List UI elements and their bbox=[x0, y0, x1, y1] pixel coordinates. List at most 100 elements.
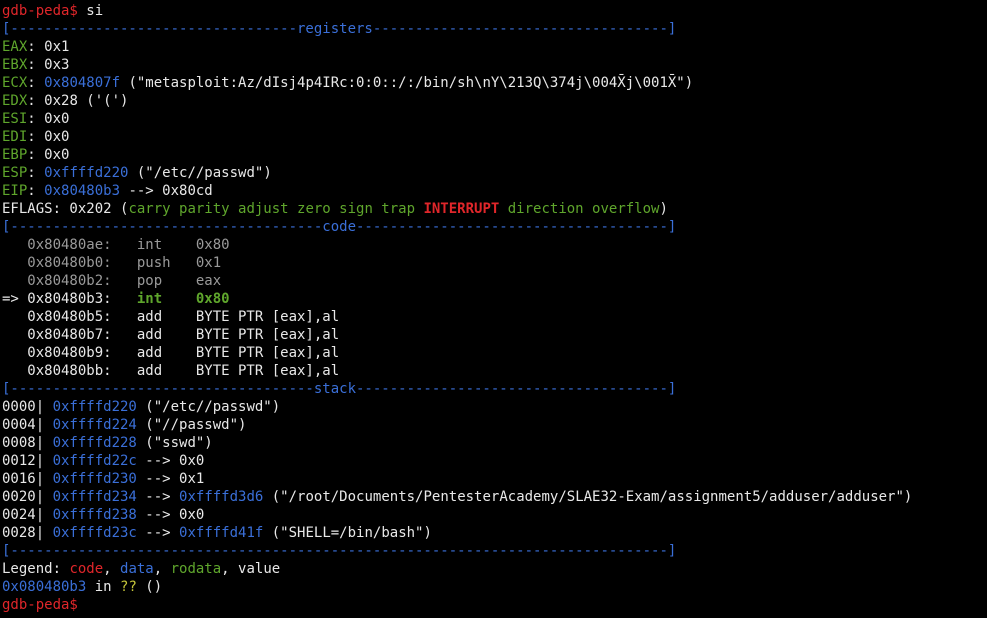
terminal-text-segment: 0x80480b2: pop eax bbox=[2, 273, 222, 289]
terminal-text-segment: ("//passwd") bbox=[136, 417, 247, 433]
terminal-line: gdb-peda$ si bbox=[2, 2, 987, 20]
terminal-text-segment: int 0x80 bbox=[136, 291, 230, 307]
terminal-text-segment: --> 0x80cd bbox=[120, 183, 213, 199]
terminal-line: EAX: 0x1 bbox=[2, 38, 987, 56]
terminal-text-segment: => 0x80480b3: bbox=[2, 291, 137, 307]
terminal-text-segment: 0xffffd234 bbox=[52, 489, 137, 505]
terminal-text-segment: 0x80480b3 bbox=[44, 183, 121, 199]
terminal-text-segment: 0xffffd224 bbox=[52, 417, 137, 433]
terminal-text-segment: : 0x0 bbox=[27, 111, 70, 127]
terminal-text-segment: --> bbox=[136, 525, 180, 541]
terminal-text-segment: direction overflow bbox=[499, 201, 660, 217]
terminal-line: 0x80480b7: add BYTE PTR [eax],al bbox=[2, 326, 987, 344]
terminal-line: gdb-peda$ bbox=[2, 596, 987, 614]
terminal-text-segment: --> bbox=[136, 489, 180, 505]
terminal-text-segment: carry parity adjust zero sign trap bbox=[128, 201, 424, 217]
terminal-text-segment: INTERRUPT bbox=[423, 201, 500, 217]
terminal-text-segment: 0012| bbox=[2, 453, 53, 469]
terminal-text-segment: : 0x3 bbox=[27, 57, 70, 73]
terminal-line: => 0x80480b3: int 0x80 bbox=[2, 290, 987, 308]
terminal-text-segment: EIP bbox=[2, 183, 28, 199]
terminal-window[interactable]: gdb-peda$ si [---------------------------… bbox=[0, 0, 987, 614]
terminal-line: 0x080480b3 in ?? () bbox=[2, 578, 987, 596]
terminal-line: 0x80480b2: pop eax bbox=[2, 272, 987, 290]
terminal-line: ESI: 0x0 bbox=[2, 110, 987, 128]
terminal-line: 0020| 0xffffd234 --> 0xffffd3d6 ("/root/… bbox=[2, 488, 987, 506]
terminal-text-segment: , bbox=[153, 561, 171, 577]
terminal-line: 0000| 0xffffd220 ("/etc//passwd") bbox=[2, 398, 987, 416]
terminal-line: [----------------------------------regis… bbox=[2, 20, 987, 38]
terminal-line: 0016| 0xffffd230 --> 0x1 bbox=[2, 470, 987, 488]
terminal-text-segment: ("/etc//passwd") bbox=[128, 165, 272, 181]
terminal-line: ESP: 0xffffd220 ("/etc//passwd") bbox=[2, 164, 987, 182]
terminal-text-segment: : bbox=[27, 75, 45, 91]
terminal-line: 0x80480ae: int 0x80 bbox=[2, 236, 987, 254]
terminal-text-segment: 0x80480bb: add BYTE PTR [eax],al bbox=[2, 363, 340, 379]
terminal-line: ECX: 0x804807f ("metasploit:Az/dIsj4p4IR… bbox=[2, 74, 987, 92]
terminal-text-segment: 0020| bbox=[2, 489, 53, 505]
terminal-line: 0008| 0xffffd228 ("sswd") bbox=[2, 434, 987, 452]
terminal-text-segment: 0xffffd23c bbox=[52, 525, 137, 541]
terminal-text-segment: 0xffffd3d6 bbox=[179, 489, 264, 505]
terminal-text-segment: ("sswd") bbox=[136, 435, 213, 451]
terminal-line: [------------------------------------sta… bbox=[2, 380, 987, 398]
terminal-text-segment: ("metasploit:Az/dIsj4p4IRc:0:0::/:/bin/s… bbox=[120, 75, 694, 91]
terminal-text-segment: 0xffffd230 bbox=[52, 471, 137, 487]
terminal-text-segment: 0x804807f bbox=[44, 75, 121, 91]
terminal-text-segment: in bbox=[86, 579, 121, 595]
terminal-line: 0004| 0xffffd224 ("//passwd") bbox=[2, 416, 987, 434]
terminal-text-segment: 0x080480b3 bbox=[2, 579, 87, 595]
terminal-text-segment: 0xffffd228 bbox=[52, 435, 137, 451]
terminal-text-segment: ("/etc//passwd") bbox=[136, 399, 281, 415]
terminal-text-segment: --> 0x0 bbox=[136, 453, 205, 469]
terminal-text-segment: : 0x202 ( bbox=[52, 201, 129, 217]
terminal-line: 0024| 0xffffd238 --> 0x0 bbox=[2, 506, 987, 524]
terminal-line: [---------------------------------------… bbox=[2, 542, 987, 560]
terminal-line: 0x80480b5: add BYTE PTR [eax],al bbox=[2, 308, 987, 326]
terminal-text-segment: ECX bbox=[2, 75, 28, 91]
terminal-text-segment: 0xffffd22c bbox=[52, 453, 137, 469]
terminal-text-segment: ESI bbox=[2, 111, 28, 127]
terminal-text-segment: () bbox=[136, 579, 163, 595]
terminal-text-segment: ESP bbox=[2, 165, 28, 181]
terminal-text-segment: Legend: bbox=[2, 561, 70, 577]
terminal-text-segment: 0008| bbox=[2, 435, 53, 451]
terminal-text-segment: : bbox=[27, 183, 45, 199]
terminal-text-segment: 0xffffd238 bbox=[52, 507, 137, 523]
terminal-line: EDI: 0x0 bbox=[2, 128, 987, 146]
terminal-text-segment: , value bbox=[221, 561, 281, 577]
terminal-text-segment: EBX bbox=[2, 57, 28, 73]
terminal-text-segment: : 0x0 bbox=[27, 129, 70, 145]
terminal-text-segment: ?? bbox=[120, 579, 137, 595]
terminal-text-segment: 0x80480b0: push 0x1 bbox=[2, 255, 222, 271]
terminal-text-segment: [----------------------------------regis… bbox=[2, 21, 677, 37]
terminal-text-segment: EDX bbox=[2, 93, 28, 109]
terminal-line: 0x80480b9: add BYTE PTR [eax],al bbox=[2, 344, 987, 362]
terminal-text-segment: : 0x28 ('(') bbox=[27, 93, 129, 109]
terminal-line: Legend: code, data, rodata, value bbox=[2, 560, 987, 578]
terminal-text-segment: EAX bbox=[2, 39, 28, 55]
terminal-text-segment: rodata bbox=[170, 561, 222, 577]
terminal-text-segment: data bbox=[120, 561, 154, 577]
terminal-text-segment: 0x80480b7: add BYTE PTR [eax],al bbox=[2, 327, 340, 343]
terminal-text-segment: 0xffffd220 bbox=[44, 165, 129, 181]
terminal-text-segment: ) bbox=[659, 201, 668, 217]
gdb-prompt: gdb-peda$ bbox=[2, 597, 78, 613]
terminal-text-segment: 0000| bbox=[2, 399, 53, 415]
gdb-prompt: gdb-peda$ bbox=[2, 3, 78, 19]
terminal-text-segment: si bbox=[77, 3, 104, 19]
terminal-text-segment: 0x80480b5: add BYTE PTR [eax],al bbox=[2, 309, 340, 325]
terminal-text-segment: code bbox=[69, 561, 104, 577]
terminal-text-segment: EDI bbox=[2, 129, 28, 145]
terminal-text-segment: 0xffffd41f bbox=[179, 525, 264, 541]
terminal-text-segment: 0024| bbox=[2, 507, 53, 523]
terminal-text-segment: : bbox=[27, 165, 45, 181]
terminal-text-segment: EFLAGS bbox=[2, 201, 53, 217]
terminal-text-segment: ("/root/Documents/PentesterAcademy/SLAE3… bbox=[263, 489, 913, 505]
terminal-text-segment: 0016| bbox=[2, 471, 53, 487]
terminal-text-segment: 0x80480b9: add BYTE PTR [eax],al bbox=[2, 345, 340, 361]
terminal-line: 0x80480b0: push 0x1 bbox=[2, 254, 987, 272]
terminal-line: 0028| 0xffffd23c --> 0xffffd41f ("SHELL=… bbox=[2, 524, 987, 542]
terminal-text-segment: 0028| bbox=[2, 525, 53, 541]
